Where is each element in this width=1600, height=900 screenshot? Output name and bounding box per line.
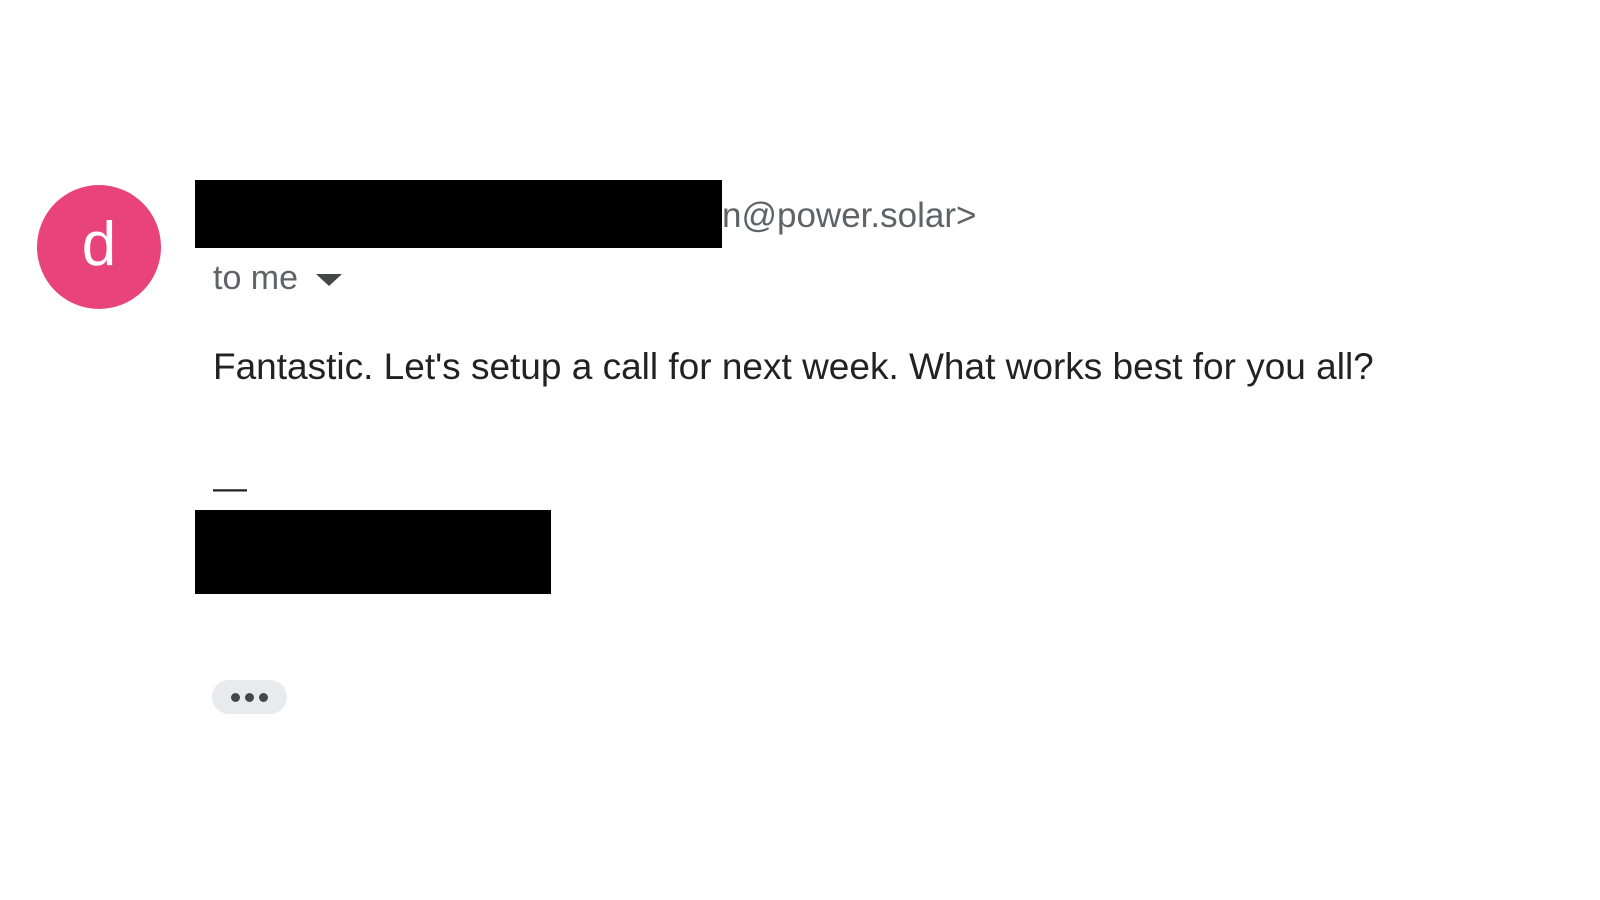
- more-horizontal-icon: [259, 692, 268, 702]
- show-trimmed-content-button[interactable]: [212, 680, 287, 714]
- sender-email[interactable]: n@power.solar>: [722, 196, 976, 236]
- more-horizontal-icon: [245, 692, 254, 702]
- more-horizontal-icon: [231, 692, 240, 702]
- signature-redaction: [195, 510, 551, 594]
- email-message: d n@power.solar> to me Fantastic. Let's …: [0, 0, 1600, 900]
- signature-separator: —: [213, 469, 247, 507]
- sender-name-redaction: [195, 180, 722, 248]
- message-body: Fantastic. Let's setup a call for next w…: [213, 346, 1374, 387]
- avatar-letter: d: [81, 210, 117, 279]
- recipient-details-toggle[interactable]: to me: [213, 258, 343, 298]
- sender-avatar[interactable]: d: [37, 185, 161, 309]
- caret-down-icon[interactable]: [316, 274, 343, 286]
- recipient-label: to me: [213, 259, 299, 297]
